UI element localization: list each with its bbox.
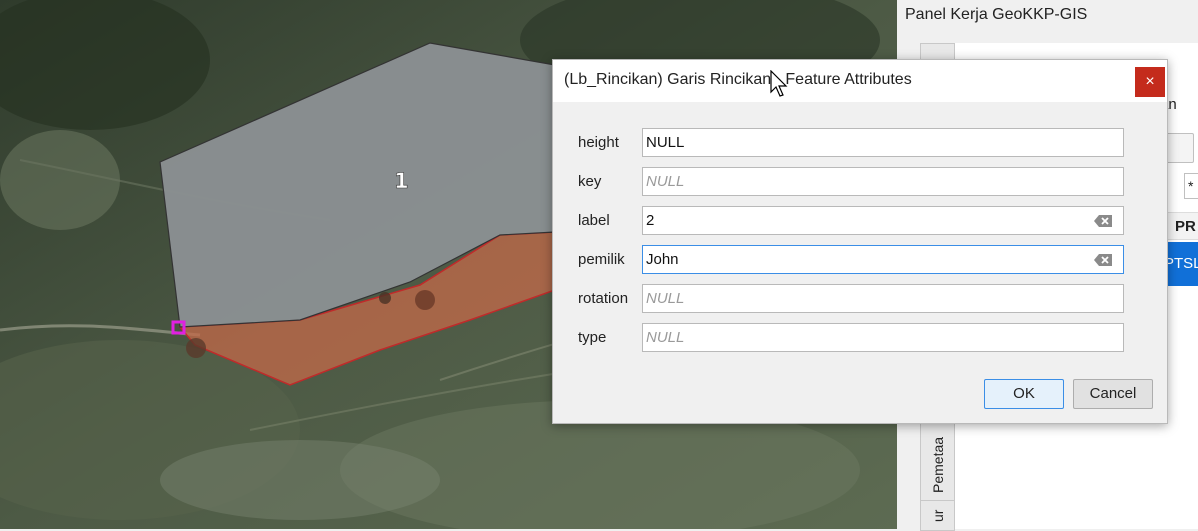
pemilik-field-value: John: [646, 251, 679, 268]
field-label: type: [578, 329, 607, 346]
close-button[interactable]: ×: [1135, 67, 1165, 97]
key-field[interactable]: NULL: [642, 167, 1124, 196]
clear-icon[interactable]: [1093, 214, 1113, 228]
panel-field[interactable]: *: [1184, 173, 1198, 199]
dialog-titlebar[interactable]: (Lb_Rincikan) Garis Rincikan - Feature A…: [553, 60, 1167, 102]
label-field-value: 2: [646, 212, 655, 229]
cancel-button[interactable]: Cancel: [1073, 379, 1153, 409]
field-row-rotation: rotation NULL: [553, 284, 1167, 314]
field-label: label: [578, 212, 610, 229]
tab-pemetaan-label: Pemetaa: [930, 436, 946, 493]
pemilik-field[interactable]: John: [642, 245, 1124, 274]
type-field[interactable]: NULL: [642, 323, 1124, 352]
dialog-title: (Lb_Rincikan) Garis Rincikan - Feature A…: [564, 71, 912, 88]
column-header[interactable]: PR: [1167, 212, 1198, 240]
tab-second[interactable]: ur: [920, 500, 955, 531]
field-label: height: [578, 134, 619, 151]
field-row-label: label 2: [553, 206, 1167, 236]
mouse-cursor-icon: [770, 70, 788, 97]
field-row-pemilik: pemilik John: [553, 245, 1167, 275]
ok-button[interactable]: OK: [984, 379, 1064, 409]
tab-pemetaan[interactable]: Pemetaa: [920, 420, 955, 502]
field-label: rotation: [578, 290, 629, 307]
field-label: pemilik: [578, 251, 625, 268]
polygon-label: 1: [394, 169, 409, 193]
panel-title: Panel Kerja GeoKKP-GIS: [905, 6, 1088, 23]
field-label: key: [578, 173, 602, 190]
rotation-field[interactable]: NULL: [642, 284, 1124, 313]
feature-attributes-dialog: (Lb_Rincikan) Garis Rincikan - Feature A…: [552, 59, 1168, 424]
height-field[interactable]: NULL: [642, 128, 1124, 157]
field-row-height: height NULL: [553, 128, 1167, 158]
clear-icon[interactable]: [1093, 253, 1113, 267]
field-row-key: key NULL: [553, 167, 1167, 197]
field-row-type: type NULL: [553, 323, 1167, 353]
label-field[interactable]: 2: [642, 206, 1124, 235]
panel-button[interactable]: [1164, 133, 1194, 163]
tab-second-label: ur: [930, 509, 946, 522]
